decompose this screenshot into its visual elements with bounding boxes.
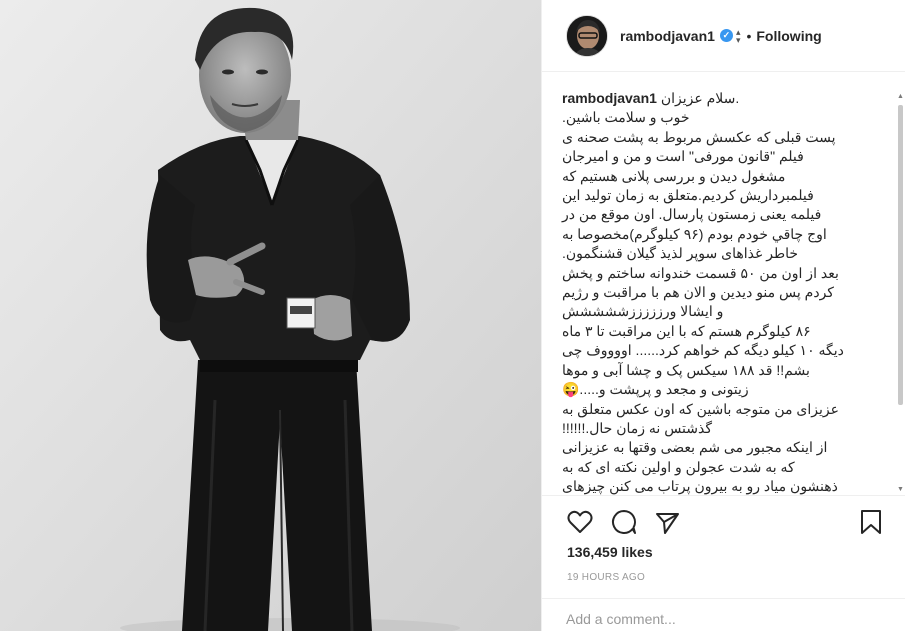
caption-line-text: سلام عزیزان. bbox=[660, 90, 740, 106]
likes-count[interactable]: 136,459 likes bbox=[567, 544, 653, 560]
scroll-thumb[interactable] bbox=[898, 105, 903, 405]
caption-line: rambodjavan1 سلام عزیزان. bbox=[562, 89, 894, 108]
caption-line-text: که به شدت عجولن و اولین نکته ای که به bbox=[562, 458, 795, 475]
caption-line-text: اوج چاقي خودم بودم (۹۶ کیلوگرم)مخصوصا به bbox=[562, 225, 827, 242]
post-header: rambodjavan1 ✓ ▴ ▾ • Following bbox=[542, 0, 905, 72]
caption-area: rambodjavan1 سلام عزیزان. خوب و سلامت باش… bbox=[542, 89, 905, 495]
comment-bar bbox=[542, 598, 905, 631]
caption-line: ذهنشون میاد رو به بیرون پرتاب می کنن چیز… bbox=[562, 477, 894, 495]
caption-line: فیلمبرداریش کردیم.متعلق به زمان تولید ای… bbox=[562, 186, 894, 205]
caption-line: اوج چاقي خودم بودم (۹۶ کیلوگرم)مخصوصا به bbox=[562, 225, 894, 244]
caption-line-text: از اینکه مجبور می شم بعضی وقتها به عزیزا… bbox=[562, 439, 828, 456]
caption-line-text: بشم!! قد ۱۸۸ سیکس پک و چشا آبی و موها bbox=[562, 361, 810, 378]
post-details-panel: rambodjavan1 ✓ ▴ ▾ • Following rambodjava… bbox=[541, 0, 905, 631]
heart-icon[interactable] bbox=[566, 508, 594, 536]
caption-line: عزیزای من متوجه باشین که اون عکس متعلق ب… bbox=[562, 400, 894, 419]
scroll-down-icon[interactable]: ▼ bbox=[897, 486, 904, 493]
caption-line: که به شدت عجولن و اولین نکته ای که به bbox=[562, 458, 894, 477]
chevron-toggle-icon[interactable]: ▴ ▾ bbox=[736, 27, 741, 44]
caption-line-text: ذهنشون میاد رو به بیرون پرتاب می کنن چیز… bbox=[562, 478, 838, 495]
caption-line: مشغول دیدن و بررسی پلانی هستیم که bbox=[562, 167, 894, 186]
following-button[interactable]: Following bbox=[756, 28, 821, 44]
post-timestamp[interactable]: 19 HOURS AGO bbox=[567, 572, 645, 583]
caption-line-text: خوب و سلامت باشین. bbox=[562, 109, 690, 126]
caption-line-text: ۸۶ کیلوگرم هستم که با این مراقبت تا ۳ ما… bbox=[562, 322, 811, 339]
caption-line-text: فیلمه یعنی زمستون پارسال. اون موقع من در bbox=[562, 206, 822, 223]
caption-line: دیگه ۱۰ کیلو دیگه کم خواهم کرد...... اوو… bbox=[562, 341, 894, 360]
caption-line: بعد از اون من ۵۰ قسمت خندوانه ساختم و پخ… bbox=[562, 264, 894, 283]
scroll-up-icon[interactable]: ▲ bbox=[897, 93, 904, 100]
caption-line: از اینکه مجبور می شم بعضی وقتها به عزیزا… bbox=[562, 438, 894, 457]
caption-line-text: خاطر غذاهای سوپر لذیذ گیلان قشنگمون. bbox=[562, 245, 799, 262]
caption-line: بشم!! قد ۱۸۸ سیکس پک و چشا آبی و موها bbox=[562, 361, 894, 380]
caption-username-link[interactable]: rambodjavan1 bbox=[562, 90, 657, 106]
caption-line: گذشتس نه زمان حال.!!!!!! bbox=[562, 419, 894, 438]
caption-line: کردم پس منو دیدین و الان هم با مراقبت و … bbox=[562, 283, 894, 302]
comment-input[interactable] bbox=[566, 611, 866, 627]
share-icon[interactable] bbox=[653, 508, 681, 536]
verified-badge-icon: ✓ bbox=[719, 29, 733, 42]
username-link[interactable]: rambodjavan1 bbox=[620, 28, 715, 44]
caption-line-text: پست قبلی که عکسش مربوط به پشت صحنه ی bbox=[562, 128, 836, 145]
caption-line-text: کردم پس منو دیدین و الان هم با مراقبت و … bbox=[562, 284, 834, 301]
caption-line-text: عزیزای من متوجه باشین که اون عکس متعلق ب… bbox=[562, 400, 839, 417]
caption-line-text: دیگه ۱۰ کیلو دیگه کم خواهم کرد...... اوو… bbox=[562, 342, 844, 359]
caption-line: خوب و سلامت باشین. bbox=[562, 108, 894, 127]
caption-line-text: فیلم "قانون مورفی" است و من و امیرجان bbox=[562, 148, 804, 165]
comment-icon[interactable] bbox=[610, 508, 638, 536]
caption-line: خاطر غذاهای سوپر لذیذ گیلان قشنگمون. bbox=[562, 244, 894, 263]
action-bar bbox=[542, 495, 905, 547]
caption-line: پست قبلی که عکسش مربوط به پشت صحنه ی bbox=[562, 128, 894, 147]
caption-text: rambodjavan1 سلام عزیزان. خوب و سلامت باش… bbox=[562, 89, 894, 495]
caption-line-text: زیتونی و مجعد و پرپشت و.....😜 bbox=[562, 381, 749, 398]
caption-line-text: و ایشالا ورزززززششششش bbox=[562, 303, 724, 320]
caption-line-text: فیلمبرداریش کردیم.متعلق به زمان تولید ای… bbox=[562, 187, 814, 204]
caption-line: فیلم "قانون مورفی" است و من و امیرجان bbox=[562, 147, 894, 166]
separator-dot: • bbox=[746, 27, 752, 44]
caption-line-text: گذشتس نه زمان حال.!!!!!! bbox=[562, 419, 713, 436]
caption-line: ۸۶ کیلوگرم هستم که با این مراقبت تا ۳ ما… bbox=[562, 322, 894, 341]
caption-line-text: مشغول دیدن و بررسی پلانی هستیم که bbox=[562, 167, 786, 184]
caption-line: زیتونی و مجعد و پرپشت و.....😜 bbox=[562, 380, 894, 399]
avatar-image bbox=[567, 15, 607, 56]
bookmark-icon[interactable] bbox=[857, 508, 885, 536]
man-in-black-suit-image bbox=[0, 0, 541, 631]
caption-line-text: بعد از اون من ۵۰ قسمت خندوانه ساختم و پخ… bbox=[562, 264, 839, 281]
caption-line: فیلمه یعنی زمستون پارسال. اون موقع من در bbox=[562, 205, 894, 224]
caption-line: و ایشالا ورزززززششششش bbox=[562, 302, 894, 321]
avatar[interactable] bbox=[566, 14, 608, 57]
post-photo[interactable] bbox=[0, 0, 541, 631]
caption-scrollbar[interactable]: ▲ ▼ bbox=[897, 93, 904, 493]
